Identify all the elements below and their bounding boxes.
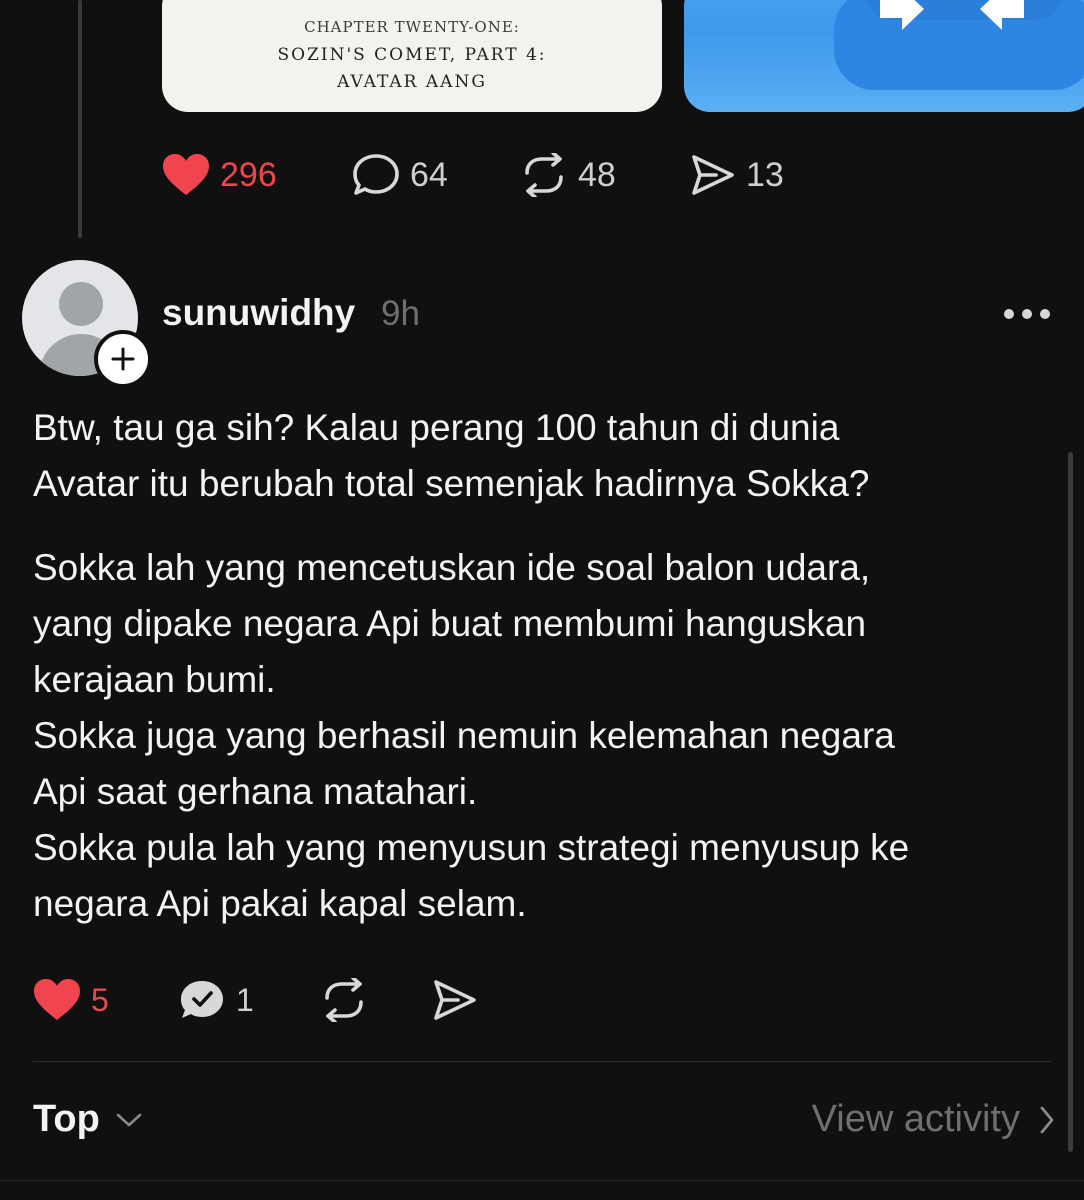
reply-count: 1 [236, 982, 254, 1018]
view-activity-label: View activity [811, 1098, 1020, 1140]
sort-label: Top [33, 1098, 100, 1140]
more-icon-dot [1040, 309, 1050, 319]
share-icon [692, 155, 734, 195]
reply-button[interactable]: 64 [352, 153, 448, 197]
sort-dropdown[interactable]: Top [33, 1098, 144, 1141]
thread-connector-line [78, 0, 82, 238]
chapter-label: CHAPTER TWENTY-ONE: [304, 18, 520, 36]
post-text-paragraph: Btw, tau ga sih? Kalau perang 100 tahun … [33, 407, 870, 504]
post-actions: 5 1 [0, 978, 1084, 1022]
post-timestamp: 9h [381, 294, 420, 333]
media-image-chapter-title[interactable]: CHAPTER TWENTY-ONE: SOZIN'S COMET, PART … [162, 0, 662, 112]
repost-count: 48 [578, 156, 616, 194]
follow-button[interactable] [94, 330, 152, 388]
share-button[interactable]: 13 [690, 153, 784, 197]
comment-check-icon [181, 981, 223, 1018]
post-text-paragraph: Sokka lah yang mencetuskan ide soal balo… [33, 547, 910, 924]
share-icon [434, 980, 476, 1020]
more-icon-dot [1004, 309, 1014, 319]
reply-button[interactable]: 1 [178, 978, 254, 1022]
repost-button[interactable]: 48 [520, 153, 616, 197]
media-image-artwork[interactable] [684, 0, 1084, 112]
chevron-right-icon [1040, 1106, 1054, 1133]
repost-icon [325, 978, 363, 1022]
more-options-button[interactable] [1004, 306, 1050, 322]
share-button[interactable] [432, 978, 478, 1022]
view-activity-link[interactable]: View activity [812, 1098, 1056, 1141]
artwork-arrow-left-icon [980, 0, 1024, 30]
share-count: 13 [746, 156, 784, 194]
artwork-arrow-right-icon [880, 0, 924, 30]
heart-icon [34, 979, 80, 1020]
chapter-subtitle-line: AVATAR AANG [337, 72, 487, 92]
like-button[interactable]: 296 [162, 153, 277, 197]
heart-icon [163, 154, 209, 195]
plus-icon [111, 347, 135, 371]
repost-icon [525, 153, 563, 197]
section-divider [33, 1061, 1052, 1062]
username[interactable]: sunuwidhy [162, 292, 355, 334]
chevron-down-icon [116, 1113, 142, 1126]
comment-icon [353, 154, 399, 195]
chapter-title-line: SOZIN'S COMET, PART 4: [277, 45, 547, 65]
bottom-divider [0, 1180, 1084, 1181]
repost-button[interactable] [320, 978, 368, 1022]
like-count: 296 [220, 156, 277, 194]
previous-post-actions: 296 64 48 13 [0, 153, 1084, 197]
reply-count: 64 [410, 156, 448, 194]
like-count: 5 [91, 982, 109, 1018]
scrollbar[interactable] [1068, 452, 1073, 1152]
more-icon-dot [1022, 309, 1032, 319]
like-button[interactable]: 5 [33, 978, 109, 1022]
